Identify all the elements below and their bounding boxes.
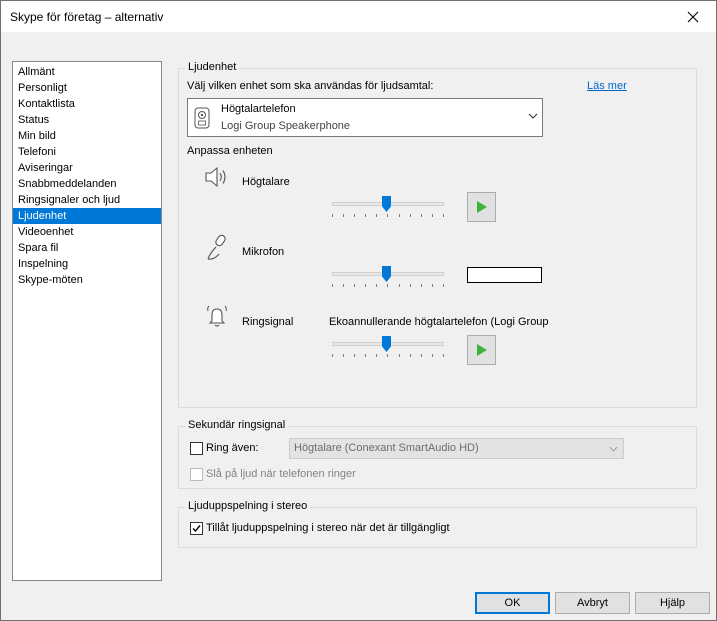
nav-item[interactable]: Aviseringar [13,160,161,176]
microphone-volume-slider[interactable] [332,266,444,288]
speaker-play-button[interactable] [467,192,496,222]
slider-ticks [332,214,444,218]
allow-stereo-label[interactable]: Tillåt ljuduppspelning i stereo när det … [206,522,450,534]
ring-also-device-value: Högtalare (Conexant SmartAudio HD) [294,442,479,454]
close-button[interactable] [670,1,716,32]
play-icon [476,344,487,356]
ring-also-checkbox[interactable] [190,442,203,455]
options-window: Skype för företag – alternativ Allmänt Pe… [0,0,717,621]
play-icon [476,201,487,213]
microphone-label: Mikrofon [242,246,285,258]
bell-icon [207,305,227,327]
nav-item[interactable]: Telefoni [13,144,161,160]
slider-ticks [332,354,444,358]
allow-stereo-checkbox[interactable] [190,522,203,535]
nav-item[interactable]: Status [13,112,161,128]
learn-more-link[interactable]: Läs mer [587,80,627,92]
nav-item[interactable]: Kontaktlista [13,96,161,112]
ring-also-device-dropdown: Högtalare (Conexant SmartAudio HD) [289,438,624,459]
speaker-volume-slider[interactable] [332,196,444,218]
nav-item[interactable]: Inspelning [13,256,161,272]
nav-item[interactable]: Ringsignaler och ljud [13,192,161,208]
ringer-play-button[interactable] [467,335,496,365]
nav-item[interactable]: Snabbmeddelanden [13,176,161,192]
close-icon [687,11,699,22]
microphone-level-meter [467,267,542,283]
speaker-icon [205,166,226,188]
nav-item[interactable]: Allmänt [13,64,161,80]
ringer-volume-slider[interactable] [332,336,444,358]
nav-item[interactable]: Spara fil [13,240,161,256]
nav-item[interactable]: Min bild [13,128,161,144]
checkmark-icon [192,525,201,533]
unmute-on-ring-label: Slå på ljud när telefonen ringer [206,468,356,480]
ring-also-label[interactable]: Ring även: [206,442,259,454]
device-detail: Logi Group Speakerphone [221,120,351,132]
ringer-device-name: Ekoannullerande högtalartelefon (Logi Gr… [329,316,549,328]
unmute-on-ring-checkbox [190,468,203,481]
device-dropdown[interactable]: Högtalartelefon Logi Group Speakerphone [187,98,543,137]
window-title: Skype för företag – alternativ [10,10,164,24]
customize-device-title: Anpassa enheten [187,145,273,157]
nav-item[interactable]: Videoenhet [13,224,161,240]
microphone-icon [207,234,226,260]
nav-item[interactable]: Skype-möten [13,272,161,288]
device-name: Högtalartelefon [221,103,296,115]
group-title-secondary-ringer: Sekundär ringsignal [185,419,289,431]
group-title-stereo: Ljuduppspelning i stereo [185,500,311,512]
ringer-label: Ringsignal [242,316,294,328]
chevron-down-icon [609,446,618,452]
title-bar: Skype för företag – alternativ [1,1,716,32]
device-prompt: Välj vilken enhet som ska användas för l… [187,80,434,92]
category-list-items: Allmänt Personligt Kontaktlista Status Min b… [13,62,161,288]
help-button[interactable]: Hjälp [635,592,710,614]
slider-thumb[interactable] [382,336,391,352]
slider-thumb[interactable] [382,196,391,212]
slider-thumb[interactable] [382,266,391,282]
category-list[interactable]: Allmänt Personligt Kontaktlista Status Min b… [12,61,162,581]
ok-button[interactable]: OK [475,592,550,614]
speakerphone-icon [194,107,210,129]
group-title-audio-device: Ljudenhet [185,61,240,73]
speaker-label: Högtalare [242,176,290,188]
nav-item[interactable]: Personligt [13,80,161,96]
chevron-down-icon [528,113,538,119]
nav-item[interactable]: Ljudenhet [13,208,161,224]
cancel-button[interactable]: Avbryt [555,592,630,614]
slider-ticks [332,284,444,288]
